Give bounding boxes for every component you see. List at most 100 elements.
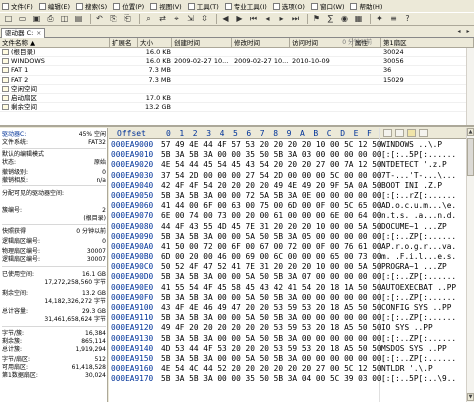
properties-icon[interactable]: ▤ xyxy=(73,14,84,25)
hex-row[interactable]: 000EA9050 5B 3A 5B 3A 00 00 72 5A 5B 3A 0… xyxy=(109,191,466,201)
directory-row[interactable]: FAT 2 7.3 MB 15029 xyxy=(0,76,474,85)
row-text[interactable]: [:[:..ZP[:...... xyxy=(381,354,456,364)
directory-row[interactable]: WINDOWS 16.0 KB 2009-02-27 10... 2009-02-27… xyxy=(0,57,474,67)
hex-row[interactable]: 000EA9150 5B 3A 5B 3A 00 00 5A 50 5B 3A 0… xyxy=(109,354,466,364)
copy-icon[interactable] xyxy=(383,129,392,137)
row-hex-bytes[interactable]: 5B 3A 5B 3A 00 00 5A 50 5B 3A 00 00 00 0… xyxy=(161,334,382,344)
prev-sector-icon[interactable]: ◂ xyxy=(262,14,273,25)
menu-item-6[interactable]: 专业工具(I) xyxy=(224,1,267,11)
text-mode-icon[interactable] xyxy=(407,129,416,137)
row-text[interactable]: [:[:..ZP[:...... xyxy=(381,232,456,242)
tab-close-icon[interactable]: × xyxy=(36,29,41,38)
find-icon[interactable]: ⌕ xyxy=(143,14,154,25)
hex-row[interactable]: 000EA9040 42 4F 4F 54 20 20 20 20 49 4E 4… xyxy=(109,181,466,191)
row-hex-bytes[interactable]: 4D 53 44 4F 53 20 20 20 53 59 53 20 18 A… xyxy=(161,344,382,354)
row-text[interactable]: [:[:..ZP[:...... xyxy=(381,313,456,323)
first-sector-icon[interactable]: ⏮ xyxy=(248,14,259,25)
row-hex-bytes[interactable]: 6D 00 20 00 46 00 69 00 6C 00 00 00 65 0… xyxy=(161,252,382,262)
row-hex-bytes[interactable]: 4E 54 44 45 54 45 43 54 20 20 20 27 00 7… xyxy=(161,160,382,170)
row-text[interactable]: [:[:..ZP[:...... xyxy=(381,272,456,282)
hex-row[interactable]: 000EA9160 4E 54 4C 44 52 20 20 20 20 20 2… xyxy=(109,364,466,374)
hex-row[interactable]: 000EA9080 44 4F 43 55 4D 45 7E 31 20 20 2… xyxy=(109,222,466,232)
print-icon[interactable]: ⎙ xyxy=(45,14,56,25)
row-text[interactable]: AUTOEXECBAT ..PP xyxy=(381,283,456,293)
row-hex-bytes[interactable]: 5B 3A 5B 3A 00 00 35 50 5B 3A 03 00 00 0… xyxy=(161,150,382,160)
navigation-icon[interactable]: ✦ xyxy=(374,14,385,25)
row-text[interactable]: IO SYS ..PP xyxy=(381,323,433,333)
scroll-thumb[interactable] xyxy=(467,138,474,176)
hex-row[interactable]: 000EA90D0 5B 3A 5B 3A 00 00 5A 50 5B 3A 0… xyxy=(109,272,466,282)
menu-item-5[interactable]: 工具(T) xyxy=(187,1,219,11)
row-text[interactable]: [:[:..ZP[:...... xyxy=(381,293,456,303)
hex-row[interactable]: 000EA9130 5B 3A 5B 3A 00 00 5A 50 5B 3A 0… xyxy=(109,334,466,344)
forward-icon[interactable]: ▶ xyxy=(234,14,245,25)
goto-offset-icon[interactable]: ⇲ xyxy=(185,14,196,25)
row-text[interactable]: m. .F.i.l...e.s. xyxy=(381,252,456,262)
row-hex-bytes[interactable]: 5B 3A 5B 3A 00 00 5A 50 5B 3A 00 00 00 0… xyxy=(161,293,382,303)
row-text[interactable]: DOCUME~1 ...ZP xyxy=(381,222,447,232)
menu-item-0[interactable]: 文件(F) xyxy=(2,1,33,11)
bookmark-icon[interactable]: ⚑ xyxy=(311,14,322,25)
tab-scroll-left-icon[interactable]: ◂ xyxy=(455,28,463,36)
hex-row[interactable]: 000EA90B0 6D 00 20 00 46 00 69 00 6C 00 0… xyxy=(109,252,466,262)
row-hex-bytes[interactable]: 57 49 4E 44 4F 57 53 20 20 20 20 10 00 5… xyxy=(161,140,382,150)
row-text[interactable]: NTDETECT '.z.P xyxy=(381,160,447,170)
hex-row[interactable]: 000EA9140 4D 53 44 4F 53 20 20 20 53 59 5… xyxy=(109,344,466,354)
copy-icon[interactable]: ⎘ xyxy=(108,14,119,25)
menu-item-7[interactable]: 选项(O) xyxy=(272,1,305,11)
hex-row[interactable]: 000EA9170 5B 3A 5B 3A 00 00 35 50 5B 3A 0… xyxy=(109,374,466,384)
directory-row[interactable]: 空闲空间 xyxy=(0,85,474,94)
scroll-down-icon[interactable]: ▼ xyxy=(467,393,474,401)
directory-scrollbar[interactable] xyxy=(466,48,474,125)
row-text[interactable]: AD.o.c.u.m...\e. xyxy=(381,201,456,211)
row-hex-bytes[interactable]: 49 4F 20 20 20 20 20 20 53 59 53 20 18 A… xyxy=(161,323,382,333)
open-disk-icon[interactable]: ◫ xyxy=(59,14,70,25)
paste-icon[interactable]: ⎗ xyxy=(122,14,133,25)
hex-row[interactable]: 000EA9030 37 54 2D 00 00 00 27 54 2D 00 0… xyxy=(109,171,466,181)
hex-row[interactable]: 000EA9100 43 4F 4E 46 49 47 20 20 53 59 5… xyxy=(109,303,466,313)
row-hex-bytes[interactable]: 42 4F 4F 54 20 20 20 20 49 4E 49 20 9F 5… xyxy=(161,181,382,191)
row-text[interactable]: [:[:..5P[:...... xyxy=(381,150,456,160)
row-hex-bytes[interactable]: 43 4F 4E 46 49 47 20 20 53 59 53 20 18 A… xyxy=(161,303,382,313)
row-hex-bytes[interactable]: 41 55 54 4F 45 58 45 43 42 41 54 20 18 1… xyxy=(161,283,382,293)
row-hex-bytes[interactable]: 41 50 00 72 00 6F 00 67 00 72 00 0F 00 7… xyxy=(161,242,382,252)
hex-row[interactable]: 000EA9000 57 49 4E 44 4F 57 53 20 20 20 2… xyxy=(109,140,466,150)
row-hex-bytes[interactable]: 6E 00 74 00 73 00 20 00 61 00 00 00 6E 0… xyxy=(161,211,382,221)
help-icon[interactable]: ? xyxy=(402,14,413,25)
paste-icon[interactable] xyxy=(395,129,404,137)
directory-row[interactable]: FAT 1 7.3 MB 36 xyxy=(0,66,474,76)
next-sector-icon[interactable]: ▸ xyxy=(276,14,287,25)
hex-row[interactable]: 000EA9090 5B 3A 5B 3A 00 00 5A 50 5B 3A 0… xyxy=(109,232,466,242)
undo-icon[interactable]: ↶ xyxy=(94,14,105,25)
hex-row[interactable]: 000EA90E0 41 55 54 4F 45 58 45 43 42 41 5… xyxy=(109,283,466,293)
row-text[interactable]: [:[:..rZ[:...... xyxy=(381,191,456,201)
new-icon[interactable]: □ xyxy=(3,14,14,25)
tab-drive-c[interactable]: 驱动器 C: × xyxy=(1,28,46,38)
row-hex-bytes[interactable]: 5B 3A 5B 3A 00 00 5A 50 5B 3A 07 00 00 0… xyxy=(161,272,382,282)
open-icon[interactable]: ▭ xyxy=(17,14,28,25)
row-text[interactable]: MSDOS SYS ..PP xyxy=(381,344,447,354)
hex-row[interactable]: 000EA9010 5B 3A 5B 3A 00 00 35 50 5B 3A 0… xyxy=(109,150,466,160)
row-hex-bytes[interactable]: 37 54 2D 00 00 00 27 54 2D 00 00 00 5C 0… xyxy=(161,171,382,181)
hex-row[interactable]: 000EA90A0 41 50 00 72 00 6F 00 67 00 72 0… xyxy=(109,242,466,252)
tab-scroll-right-icon[interactable]: ▸ xyxy=(464,28,472,36)
charset-icon[interactable] xyxy=(419,129,428,137)
row-hex-bytes[interactable]: 5B 3A 5B 3A 00 00 5A 50 5B 3A 00 00 00 0… xyxy=(161,354,382,364)
directory-row[interactable]: (根目录) 16.0 KB 30024 xyxy=(0,48,474,58)
directory-row[interactable]: 剩余空间 13.2 GB xyxy=(0,103,474,113)
row-text[interactable]: BOOT INI .Z.P xyxy=(381,181,442,191)
row-text[interactable]: [:[:..ZP[:...... xyxy=(381,334,456,344)
row-text[interactable]: NTLDR '.\.P xyxy=(381,364,433,374)
find-hex-icon[interactable]: ⌖ xyxy=(171,14,182,25)
hex-row[interactable]: 000EA90C0 50 52 4F 47 52 41 7E 31 20 20 2… xyxy=(109,262,466,272)
row-text[interactable]: n.t.s. .a...n.d. xyxy=(381,211,456,221)
hex-row[interactable]: 000EA9110 5B 3A 5B 3A 00 00 5A 50 5B 3A 0… xyxy=(109,313,466,323)
row-hex-bytes[interactable]: 5B 3A 5B 3A 00 00 5A 50 5B 3A 00 00 00 0… xyxy=(161,313,382,323)
replace-icon[interactable]: ⇄ xyxy=(157,14,168,25)
row-hex-bytes[interactable]: 4E 54 4C 44 52 20 20 20 20 20 20 27 00 5… xyxy=(161,364,382,374)
row-hex-bytes[interactable]: 5B 3A 5B 3A 00 00 35 50 5B 3A 04 00 5C 3… xyxy=(161,374,382,384)
row-text[interactable]: AP.r.o.g.r...va. xyxy=(381,242,456,252)
calc-icon[interactable]: ∑ xyxy=(325,14,336,25)
row-text[interactable]: 7T-...'T-...\... xyxy=(381,171,456,181)
menu-item-4[interactable]: 视图(V) xyxy=(150,1,182,11)
